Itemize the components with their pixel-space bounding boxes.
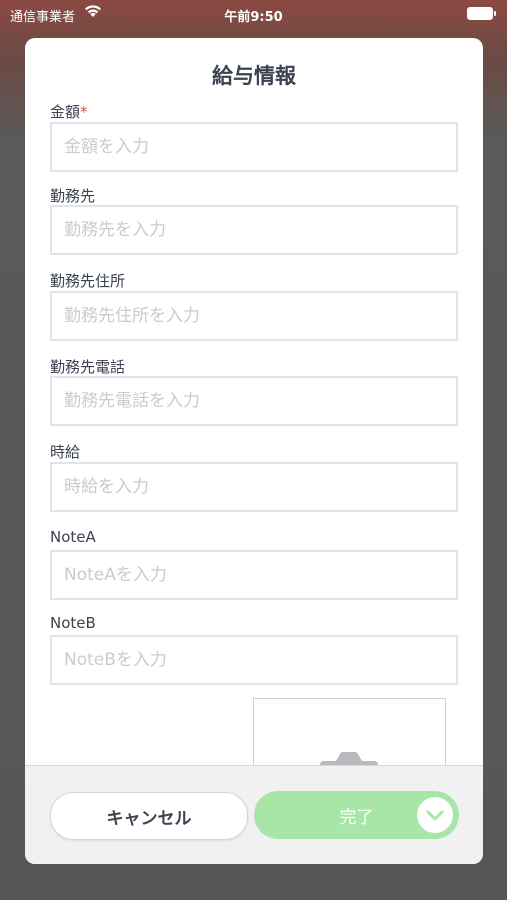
salary-info-modal: 給与情報 金額* 勤務先 勤務先住所 勤務先電話 時給 NoteA NoteB … (25, 38, 483, 864)
field-label-note-b: NoteB (50, 614, 96, 632)
field-label-amount: 金額* (50, 101, 88, 122)
amount-label-text: 金額 (50, 103, 81, 121)
note-b-input[interactable] (50, 635, 458, 685)
field-label-workplace-address: 勤務先住所 (50, 272, 126, 290)
field-label-workplace: 勤務先 (50, 187, 96, 205)
chevron-down-icon (417, 797, 453, 833)
workplace-phone-input[interactable] (50, 376, 458, 426)
field-label-workplace-phone: 勤務先電話 (50, 358, 126, 376)
done-button-label: 完了 (339, 807, 374, 828)
cancel-button[interactable]: キャンセル (50, 792, 248, 840)
field-label-note-a: NoteA (50, 528, 96, 546)
hourly-wage-input[interactable] (50, 462, 458, 512)
status-bar: 通信事業者 午前9:50 (0, 0, 507, 30)
battery-icon (467, 7, 496, 20)
workplace-input[interactable] (50, 205, 458, 255)
required-mark: * (80, 103, 88, 121)
workplace-address-input[interactable] (50, 291, 458, 341)
status-time: 午前9:50 (224, 10, 283, 25)
modal-title: 給与情報 (212, 64, 296, 88)
done-button[interactable]: 完了 (254, 791, 459, 839)
field-label-hourly-wage: 時給 (50, 443, 81, 461)
note-a-input[interactable] (50, 550, 458, 600)
modal-footer: キャンセル 完了 (25, 765, 483, 864)
amount-input[interactable] (50, 122, 458, 172)
